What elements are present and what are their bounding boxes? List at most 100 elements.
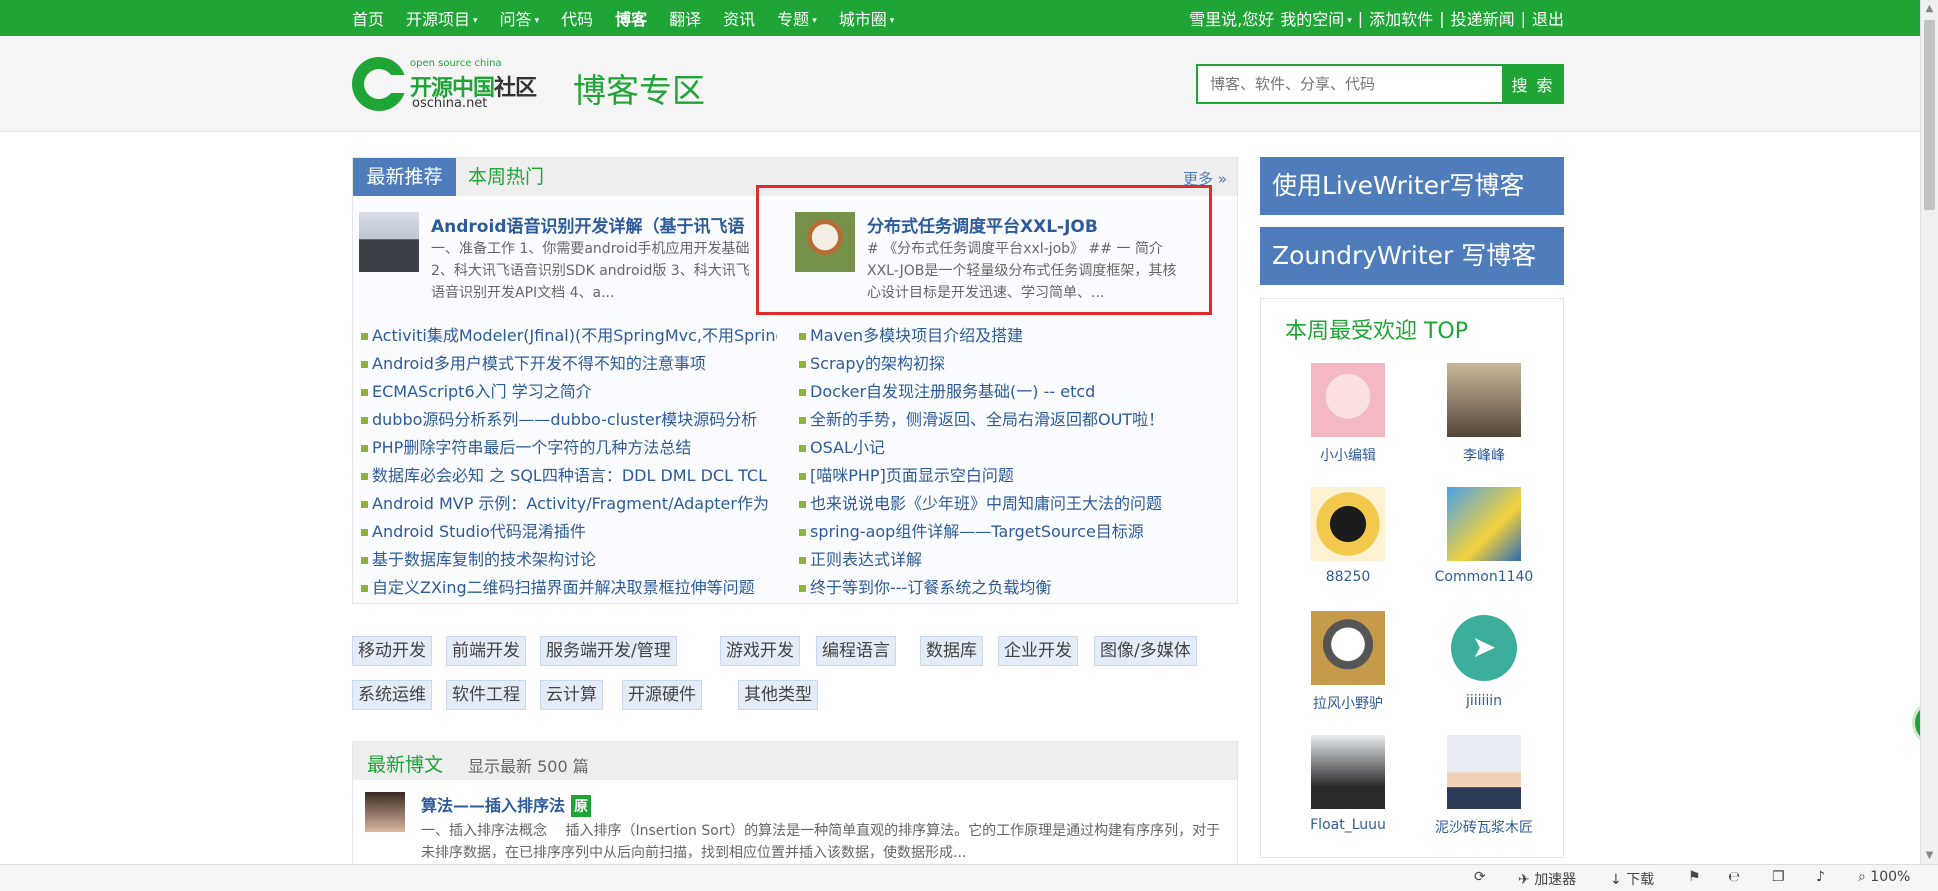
post-title[interactable]: 算法——插入排序法原 — [421, 792, 592, 817]
article-link[interactable]: Android Studio代码混淆插件 — [357, 518, 777, 546]
article-link[interactable]: dubbo源码分析系列——dubbo-cluster模块源码分析 — [357, 406, 777, 434]
paper-plane-icon: ➤ — [1451, 615, 1517, 681]
weekly-top-title: 本周最受欢迎 TOP — [1285, 319, 1469, 344]
zoundrywriter-button[interactable]: ZoundryWriter 写博客 — [1260, 227, 1564, 285]
category-tag[interactable]: 云计算 — [540, 680, 603, 710]
latest-posts-header: 最新博文 显示最新 500 篇 — [353, 742, 1237, 780]
article-link[interactable]: Android多用户模式下开发不得不知的注意事项 — [357, 350, 777, 378]
add-software-link[interactable]: 添加软件 — [1369, 6, 1433, 30]
search-box: 搜 索 — [1196, 64, 1564, 104]
user-name: Float_Luuu — [1310, 817, 1386, 833]
top-user[interactable]: ➤ jiiiiiin — [1429, 611, 1539, 709]
category-tag[interactable]: 服务端开发/管理 — [540, 636, 677, 666]
post-summary: 一、插入排序法概念 插入排序（Insertion Sort）的算法是一种简单直观… — [421, 823, 1221, 861]
search-button[interactable]: 搜 索 — [1502, 64, 1564, 104]
category-tag[interactable]: 软件工程 — [446, 680, 526, 710]
top-user[interactable]: 88250 — [1293, 487, 1403, 585]
article-link[interactable]: Maven多模块项目介绍及搭建 — [795, 322, 1215, 350]
article-link[interactable]: OSAL小记 — [795, 434, 1215, 462]
article-link[interactable]: Android MVP 示例：Activity/Fragment/Adapter… — [357, 490, 777, 518]
article-link[interactable]: 全新的手势，侧滑返回、全局右滑返回都OUT啦！ — [795, 406, 1215, 434]
search-input[interactable] — [1196, 64, 1502, 104]
category-tag[interactable]: 开源硬件 — [622, 680, 702, 710]
category-tag[interactable]: 数据库 — [920, 636, 983, 666]
scroll-up-icon[interactable]: ▲ — [1921, 0, 1938, 17]
article-link[interactable]: 基于数据库复制的技术架构讨论 — [357, 546, 777, 574]
nav-item[interactable]: 专题 ▾ — [777, 6, 817, 30]
article-link[interactable]: PHP删除字符串最后一个字符的几种方法总结 — [357, 434, 777, 462]
separator: | — [1439, 8, 1445, 28]
article-link[interactable]: 自定义ZXing二维码扫描界面并解决取景框拉伸等问题 — [357, 574, 777, 602]
tab-weekly-hot[interactable]: 本周热门 — [468, 158, 544, 196]
main-nav: 首页 开源项目 ▾ 问答 ▾ 代码 博客 翻译 资讯 专题 ▾ 城市圈 ▾ — [352, 6, 916, 30]
nav-item[interactable]: 问答 ▾ — [500, 6, 540, 30]
nav-item-label: 问答 — [499, 10, 532, 29]
highlight-box — [756, 185, 1212, 315]
logo-text-dark: 社区 — [494, 76, 537, 101]
vertical-scrollbar[interactable]: ▲ ▼ — [1920, 0, 1938, 864]
article-link[interactable]: 正则表达式详解 — [795, 546, 1215, 574]
nav-item[interactable]: 资讯 — [723, 6, 755, 30]
separator: | — [1520, 8, 1526, 28]
article-link[interactable]: 也来说说电影《少年班》中周知庸问王大法的问题 — [795, 490, 1215, 518]
flag-icon[interactable]: ⚑ — [1688, 869, 1701, 885]
category-tag[interactable]: 其他类型 — [738, 680, 818, 710]
category-tag[interactable]: 企业开发 — [998, 636, 1078, 666]
tab-latest-recommend[interactable]: 最新推荐 — [353, 158, 456, 196]
ie-icon[interactable]: ℮ — [1728, 869, 1740, 885]
right-link-list: Maven多模块项目介绍及搭建 Scrapy的架构初探 Docker自发现注册服务基… — [795, 322, 1215, 602]
featured-title[interactable]: Android语音识别开发详解（基于讯飞语 — [431, 212, 771, 237]
top-user[interactable]: 泥沙砖瓦浆木匠 — [1429, 735, 1539, 837]
nav-item[interactable]: 首页 — [352, 6, 384, 30]
livewriter-button[interactable]: 使用LiveWriter写博客 — [1260, 157, 1564, 215]
logout-link[interactable]: 退出 — [1532, 6, 1564, 30]
top-user[interactable]: 拉风小野驴 — [1293, 611, 1403, 713]
my-space-link[interactable]: 我的空间 ▾ — [1280, 6, 1352, 30]
category-tag[interactable]: 图像/多媒体 — [1094, 636, 1197, 666]
article-link[interactable]: 终于等到你---订餐系统之负载均衡 — [795, 574, 1215, 602]
article-link[interactable]: spring-aop组件详解——TargetSource目标源 — [795, 518, 1215, 546]
article-link[interactable]: ECMAScript6入门 学习之简介 — [357, 378, 777, 406]
browser-status-bar: ⟳ ✈ 加速器 ↓ 下载 ⚑ ℮ ❐ ♪ ⌕ 100% — [0, 864, 1938, 891]
site-logo[interactable]: open source china 开源中国社区 oschina.net — [352, 56, 547, 112]
top-user[interactable]: 李峰峰 — [1429, 363, 1539, 465]
avatar — [1311, 611, 1385, 685]
speaker-icon[interactable]: ♪ — [1816, 869, 1825, 885]
top-user[interactable]: Float_Luuu — [1293, 735, 1403, 833]
logo-domain: oschina.net — [412, 96, 488, 111]
window-icon[interactable]: ❐ — [1772, 869, 1785, 885]
scrollbar-thumb[interactable] — [1924, 20, 1935, 210]
nav-item[interactable]: 代码 — [561, 6, 593, 30]
nav-item[interactable]: 翻译 — [669, 6, 701, 30]
category-tag[interactable]: 前端开发 — [446, 636, 526, 666]
avatar — [1447, 735, 1521, 809]
top-user[interactable]: 小小编辑 — [1293, 363, 1403, 465]
download-button[interactable]: ↓ 下载 — [1610, 869, 1654, 889]
article-link[interactable]: Docker自发现注册服务基础(一) -- etcd — [795, 378, 1215, 406]
zoom-control[interactable]: ⌕ 100% — [1858, 869, 1910, 885]
submit-news-link[interactable]: 投递新闻 — [1451, 6, 1515, 30]
article-link[interactable]: 数据库必会必知 之 SQL四种语言：DDL DML DCL TCL — [357, 462, 777, 490]
nav-item[interactable]: 城市圈 ▾ — [839, 6, 895, 30]
category-tag[interactable]: 系统运维 — [352, 680, 432, 710]
article-link[interactable]: Scrapy的架构初探 — [795, 350, 1215, 378]
chevron-down-icon: ▾ — [889, 15, 895, 26]
nav-item[interactable]: 博客 — [615, 6, 647, 30]
top-user[interactable]: Common1140 — [1429, 487, 1539, 585]
scroll-down-icon[interactable]: ▼ — [1921, 847, 1938, 864]
nav-item[interactable]: 开源项目 ▾ — [406, 6, 478, 30]
accelerator-button[interactable]: ✈ 加速器 — [1518, 869, 1576, 889]
separator: | — [1357, 8, 1364, 28]
category-tag[interactable]: 移动开发 — [352, 636, 432, 666]
avatar[interactable] — [365, 792, 405, 832]
category-tag[interactable]: 编程语言 — [816, 636, 896, 666]
user-greeting: 雪里说,您好 — [1189, 10, 1275, 29]
top-nav-inner: 首页 开源项目 ▾ 问答 ▾ 代码 博客 翻译 资讯 专题 ▾ 城市圈 ▾ 雪里说,您好 我的空间 ▾ |… — [352, 0, 1564, 36]
article-link[interactable]: Activiti集成Modeler(Jfinal)(不用SpringMvc,不用… — [357, 322, 777, 350]
article-link[interactable]: [喵咪PHP]页面显示空白问题 — [795, 462, 1215, 490]
category-tag[interactable]: 游戏开发 — [720, 636, 800, 666]
featured-post[interactable]: Android语音识别开发详解（基于讯飞语 一、准备工作 1、你需要androi… — [359, 212, 779, 302]
refresh-icon[interactable]: ⟳ — [1474, 869, 1486, 885]
zoom-level: 100% — [1870, 869, 1911, 885]
nav-item-label: 首页 — [352, 10, 385, 29]
